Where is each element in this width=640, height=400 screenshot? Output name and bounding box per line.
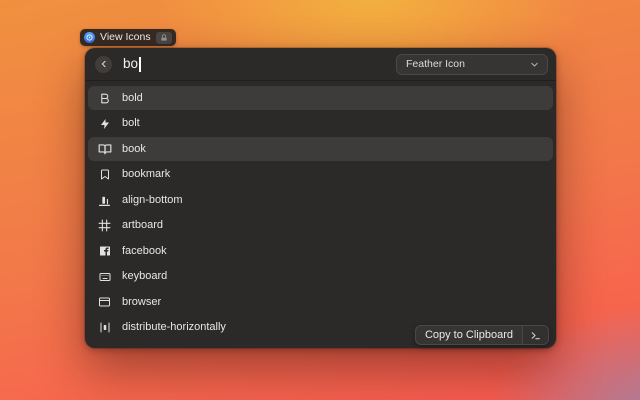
copy-to-clipboard-label: Copy to Clipboard [416,326,522,344]
bold-icon [97,91,112,106]
list-item-label: facebook [122,246,167,257]
list-item-label: align-bottom [122,195,183,206]
command-badge-label: View Icons [100,32,151,43]
lock-icon [156,32,172,44]
back-button[interactable] [95,56,112,73]
list-item-label: browser [122,297,161,308]
align-bottom-icon [97,193,112,208]
list-item-label: artboard [122,220,163,231]
facebook-icon [97,244,112,259]
list-item-bookmark[interactable]: bookmark [88,163,553,187]
list-item-label: book [122,144,146,155]
text-caret [139,57,141,72]
view-icons-window: bo Feather Icon bold bolt book bookmark … [85,48,556,348]
list-item-label: bold [122,93,143,104]
list-item-keyboard[interactable]: keyboard [88,265,553,289]
icon-set-dropdown-value: Feather Icon [406,58,465,70]
artboard-icon [97,218,112,233]
list-item-bolt[interactable]: bolt [88,112,553,136]
search-input[interactable]: bo [123,57,396,72]
chevron-left-icon [100,60,108,68]
search-bar: bo Feather Icon [85,48,556,81]
list-item-facebook[interactable]: facebook [88,239,553,263]
view-icons-app-icon [84,32,95,43]
copy-to-clipboard-button[interactable]: Copy to Clipboard [415,325,549,345]
list-item-browser[interactable]: browser [88,290,553,314]
keyboard-icon [97,269,112,284]
icon-list: bold bolt book bookmark align-bottom art… [85,81,556,340]
list-item-label: keyboard [122,271,167,282]
chevron-down-icon [530,60,539,69]
list-item-artboard[interactable]: artboard [88,214,553,238]
list-item-align-bottom[interactable]: align-bottom [88,188,553,212]
bookmark-icon [97,167,112,182]
list-item-label: distribute-horizontally [122,322,226,333]
search-query-text: bo [123,57,138,71]
browser-icon [97,295,112,310]
list-item-label: bookmark [122,169,170,180]
list-item-label: bolt [122,118,140,129]
list-item-book[interactable]: book [88,137,553,161]
command-badge: View Icons [80,29,176,46]
terminal-prompt-icon [522,326,548,344]
distribute-horizontally-icon [97,320,112,335]
bolt-icon [97,116,112,131]
list-item-bold[interactable]: bold [88,86,553,110]
book-icon [97,142,112,157]
icon-set-dropdown[interactable]: Feather Icon [396,54,548,75]
